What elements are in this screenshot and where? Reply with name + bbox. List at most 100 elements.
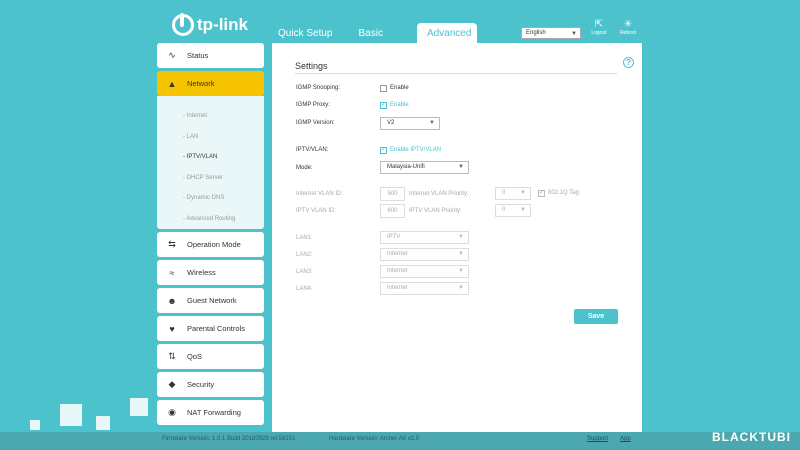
iptv-vlan-label: IPTV/VLAN: [296,147,329,153]
igmp-proxy-checkbox-label: Enable [390,102,409,108]
sidebar-item-parental-controls[interactable]: ♥ Parental Controls [157,316,264,341]
iptv-vlan-checkbox[interactable] [380,146,387,154]
submenu-item-dhcp-server[interactable]: - DHCP Server [157,168,264,189]
mode-icon: ⇆ [168,239,176,249]
sidebar-item-security[interactable]: ◆ Security [157,372,264,397]
submenu-item-advanced-routing[interactable]: - Advanced Routing [157,209,264,230]
reboot-button[interactable]: ☀ Reboot [617,19,639,36]
chevron-down-icon: ▼ [458,164,464,170]
sidebar-item-qos[interactable]: ⇅ QoS [157,344,264,369]
heart-icon: ♥ [169,323,175,334]
lan4-label: LAN4: [296,286,313,292]
chevron-down-icon: ▼ [458,268,464,274]
sidebar-item-label: Operation Mode [187,240,241,249]
chevron-down-icon: ▼ [520,190,526,196]
lan4-value: Internet [387,285,408,291]
sidebar-item-label: QoS [187,352,203,361]
iptv-vlan-id-input[interactable]: 600 [380,204,405,218]
tab-advanced[interactable]: Advanced [416,23,477,44]
mode-label: Mode: [296,165,313,171]
decorative-square [60,404,82,426]
reboot-label: Reboot [619,30,637,36]
mode-value: Malaysia-Unifi [387,164,425,170]
logo-text: tp-link [197,15,248,34]
internet-vlan-id-input[interactable]: 500 [380,187,405,201]
mode-select[interactable]: Malaysia-Unifi ▼ [380,161,469,174]
internet-vlan-priority-label: Internet VLAN Priority: [409,191,469,197]
title-divider [295,73,617,74]
sidebar-item-label: Network [187,79,215,88]
support-link[interactable]: Support [587,436,608,442]
network-icon: ▲ [167,78,177,89]
iptv-vlan-priority-label: IPTV VLAN Priority: [409,208,462,214]
sidebar-item-operation-mode[interactable]: ⇆ Operation Mode [157,232,264,257]
lan2-value: Internet [387,251,408,257]
chevron-down-icon: ▼ [458,234,464,240]
iptv-vlan-priority-value: 0 [502,207,506,213]
lan3-value: Internet [387,268,408,274]
language-select[interactable]: English ▼ [521,27,581,39]
tp-link-logo[interactable]: tp-link [172,13,248,36]
qos-icon: ⇅ [168,351,176,361]
page-title: Settings [295,61,328,71]
logout-button[interactable]: ⇱ Logout [588,19,610,36]
igmp-proxy-label: IGMP Proxy: [296,102,330,108]
top-nav-tabs: Quick Setup Basic Advanced [268,23,483,44]
logout-icon: ⇱ [594,19,604,30]
sidebar-item-network[interactable]: ▲ Network [157,71,264,96]
tab-quick-setup[interactable]: Quick Setup [268,23,342,44]
help-icon[interactable]: ? [623,57,634,68]
lan4-select[interactable]: Internet ▼ [380,282,469,295]
sidebar-item-label: NAT Forwarding [187,408,241,417]
igmp-snooping-checkbox-label: Enable [390,85,409,91]
lan3-select[interactable]: Internet ▼ [380,265,469,278]
sidebar-item-label: Guest Network [187,296,237,305]
language-value: English [526,30,546,36]
chevron-down-icon: ▼ [429,120,435,126]
tp-link-logo-icon [172,13,194,36]
sidebar-item-nat-forwarding[interactable]: ◉ NAT Forwarding [157,400,264,425]
sidebar-item-status[interactable]: ∿ Status [157,43,264,68]
tab-basic[interactable]: Basic [348,23,392,44]
internet-vlan-priority-select[interactable]: 0 ▼ [495,187,531,200]
decorative-square [96,416,110,430]
lan1-value: IPTV [387,234,401,240]
sidebar-item-guest-network[interactable]: ☻ Guest Network [157,288,264,313]
internet-vlan-id-label: Internet VLAN ID: [296,191,344,197]
sidebar-item-label: Status [187,51,209,60]
iptv-vlan-priority-select[interactable]: 0 ▼ [495,204,531,217]
sidebar-item-wireless[interactable]: ≈ Wireless [157,260,264,285]
guest-icon: ☻ [167,295,177,306]
submenu-item-internet[interactable]: - Internet [157,106,264,127]
iptv-vlan-checkbox-label: Enable IPTV/VLAN [390,147,442,153]
sidebar-item-label: Wireless [187,268,216,277]
chevron-down-icon: ▼ [458,285,464,291]
submenu-item-dynamic-dns[interactable]: - Dynamic DNS [157,188,264,209]
igmp-proxy-checkbox[interactable] [380,101,387,109]
decorative-square [130,398,148,416]
save-button[interactable]: Save [574,309,618,324]
sidebar-item-label: Security [187,380,215,389]
reboot-icon: ☀ [623,19,633,30]
igmp-version-select[interactable]: V2 ▼ [380,117,440,130]
shield-icon: ◆ [168,379,176,389]
hardware-version: Hardware Version: Archer A6 v2.0 [329,436,420,442]
lan1-select[interactable]: IPTV ▼ [380,231,469,244]
settings-panel: ? Settings IGMP Snooping: Enable IGMP Pr… [272,43,642,438]
submenu-item-iptv-vlan[interactable]: - IPTV/VLAN [157,147,264,168]
watermark: BLACKTUBI [712,430,791,444]
submenu-item-lan[interactable]: - LAN [157,127,264,148]
lan2-select[interactable]: Internet ▼ [380,248,469,261]
802-1q-tag-checkbox[interactable] [538,189,545,197]
firmware-version: Firmware Version: 1.0.1 Build 20180928 r… [162,436,296,442]
logout-label: Logout [591,30,607,36]
lan1-label: LAN1: [296,235,313,241]
igmp-snooping-checkbox[interactable] [380,85,387,92]
802-1q-tag-label: 802.1Q Tag [548,190,579,196]
wifi-icon: ≈ [169,267,175,278]
lan3-label: LAN3: [296,269,313,275]
igmp-snooping-label: IGMP Snooping: [296,85,340,91]
chevron-down-icon: ▼ [520,207,526,213]
app-link[interactable]: App [620,436,631,442]
internet-vlan-priority-value: 0 [502,190,506,196]
